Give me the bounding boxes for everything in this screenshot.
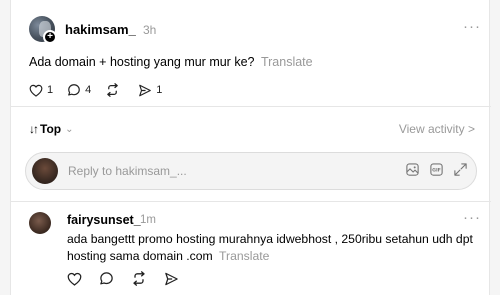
reply-tools: GIF — [396, 162, 468, 177]
post-body: Ada domain + hosting yang mur mur ke? — [29, 55, 255, 69]
translate-link[interactable]: Translate — [261, 55, 313, 69]
repost-button[interactable] — [131, 271, 147, 286]
avatar — [32, 158, 58, 184]
like-button[interactable]: 1 — [29, 84, 53, 97]
follow-plus-icon[interactable]: + — [43, 30, 57, 44]
comment-time: 1m — [140, 214, 156, 226]
view-activity-link[interactable]: View activity > — [399, 122, 475, 136]
comment-button[interactable]: 4 — [67, 83, 91, 97]
translate-link[interactable]: Translate — [219, 249, 269, 263]
share-button[interactable]: 1 — [138, 84, 162, 97]
comment-button[interactable] — [99, 271, 114, 286]
share-count: 1 — [156, 84, 163, 96]
sort-label: Top — [40, 122, 62, 136]
image-icon[interactable] — [405, 162, 420, 177]
expand-icon[interactable] — [453, 162, 468, 177]
like-button[interactable] — [67, 272, 82, 286]
comment-avatar[interactable] — [29, 212, 51, 234]
send-icon — [139, 84, 152, 96]
send-icon — [165, 272, 178, 285]
post-time: 3h — [143, 23, 157, 37]
divider — [11, 106, 491, 107]
sort-arrows-icon: ↓↑ — [29, 122, 39, 136]
reply-input[interactable]: Reply to hakimsam_... — [68, 164, 187, 178]
more-options-icon[interactable]: ··· — [463, 209, 481, 226]
sort-dropdown[interactable]: ↓↑ Top ⌄ — [29, 122, 74, 136]
divider — [11, 201, 491, 202]
post-avatar[interactable]: + — [29, 16, 57, 44]
repost-icon — [133, 271, 145, 286]
comment-text: ada bangettt promo hosting murahnya idwe… — [67, 231, 479, 265]
thread-card: + hakimsam_ 3h ··· Ada domain + hosting … — [10, 0, 491, 295]
post-username[interactable]: hakimsam_ — [65, 22, 136, 37]
comment-count: 4 — [85, 84, 92, 96]
heart-icon — [67, 272, 82, 286]
comment-icon — [100, 272, 113, 285]
comment-actions — [67, 271, 196, 286]
comment-username[interactable]: fairysunset_ — [67, 213, 141, 227]
like-count: 1 — [47, 84, 54, 96]
post-actions: 1 4 1 — [29, 80, 176, 100]
comment-icon — [68, 84, 80, 96]
gif-icon[interactable]: GIF — [429, 162, 444, 177]
heart-icon — [29, 84, 43, 97]
comment-body: ada bangettt promo hosting murahnya idwe… — [67, 232, 473, 263]
chevron-down-icon: ⌄ — [65, 123, 74, 135]
svg-text:GIF: GIF — [432, 168, 441, 174]
reply-box[interactable]: Reply to hakimsam_... GIF — [25, 152, 477, 190]
repost-button[interactable] — [105, 83, 124, 97]
repost-icon — [107, 83, 119, 97]
sort-bar: ↓↑ Top ⌄ View activity > — [29, 122, 475, 140]
share-button[interactable] — [164, 272, 179, 286]
more-options-icon[interactable]: ··· — [463, 18, 481, 35]
post-text: Ada domain + hosting yang mur mur ke? Tr… — [29, 55, 313, 69]
